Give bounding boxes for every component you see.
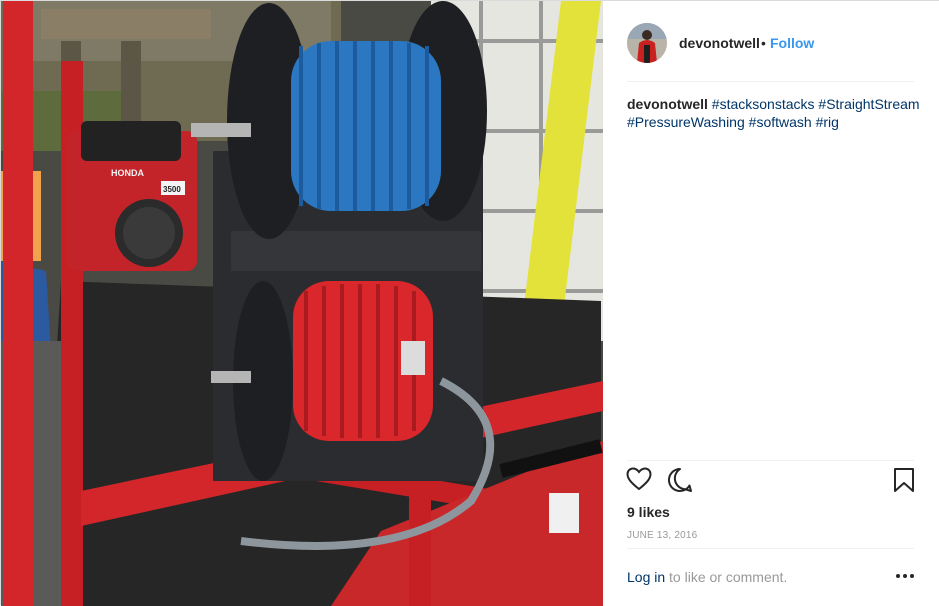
post-dialog: HONDA 3500 devonotwell • Follow devonotw… — [0, 0, 939, 606]
like-button[interactable] — [626, 467, 652, 496]
comment-button[interactable] — [667, 467, 693, 498]
avatar[interactable] — [627, 23, 667, 63]
post-date[interactable]: JUNE 13, 2016 — [627, 530, 697, 541]
heart-icon — [626, 467, 652, 491]
bookmark-icon — [894, 468, 914, 492]
footer-divider — [627, 548, 914, 549]
login-prompt-text: to like or comment. — [665, 569, 788, 585]
caption-username[interactable]: devonotwell — [627, 96, 708, 112]
hashtag-link[interactable]: #PressureWashing — [627, 114, 745, 130]
avatar-image — [627, 23, 667, 63]
save-button[interactable] — [893, 467, 915, 498]
engine-model-label: 3500 — [163, 185, 181, 194]
login-prompt: Log in to like or comment. — [627, 569, 787, 585]
photo-illustration: HONDA 3500 — [1, 1, 603, 606]
header-separator: • — [761, 35, 766, 51]
engine-brand-label: HONDA — [111, 168, 144, 178]
hashtag-link[interactable]: #StraightStream — [818, 96, 919, 112]
follow-button[interactable]: Follow — [770, 35, 814, 51]
post-caption: devonotwell #stacksonstacks #StraightStr… — [627, 95, 927, 131]
comment-icon — [668, 467, 692, 492]
header-divider — [627, 81, 914, 82]
more-options-icon — [896, 574, 914, 578]
header-username[interactable]: devonotwell — [679, 35, 760, 51]
hashtag-link[interactable]: #softwash — [749, 114, 812, 130]
likes-count[interactable]: 9 likes — [627, 504, 670, 520]
post-header: devonotwell • Follow — [603, 1, 939, 81]
post-side-panel: devonotwell • Follow devonotwell #stacks… — [603, 1, 939, 606]
hashtag-link[interactable]: #rig — [816, 114, 839, 130]
action-bar — [603, 467, 939, 501]
post-photo[interactable]: HONDA 3500 — [1, 1, 603, 606]
more-options-button[interactable]: ••• — [893, 567, 917, 585]
login-link[interactable]: Log in — [627, 569, 665, 585]
hashtag-link[interactable]: #stacksonstacks — [712, 96, 815, 112]
actions-divider — [627, 460, 914, 461]
